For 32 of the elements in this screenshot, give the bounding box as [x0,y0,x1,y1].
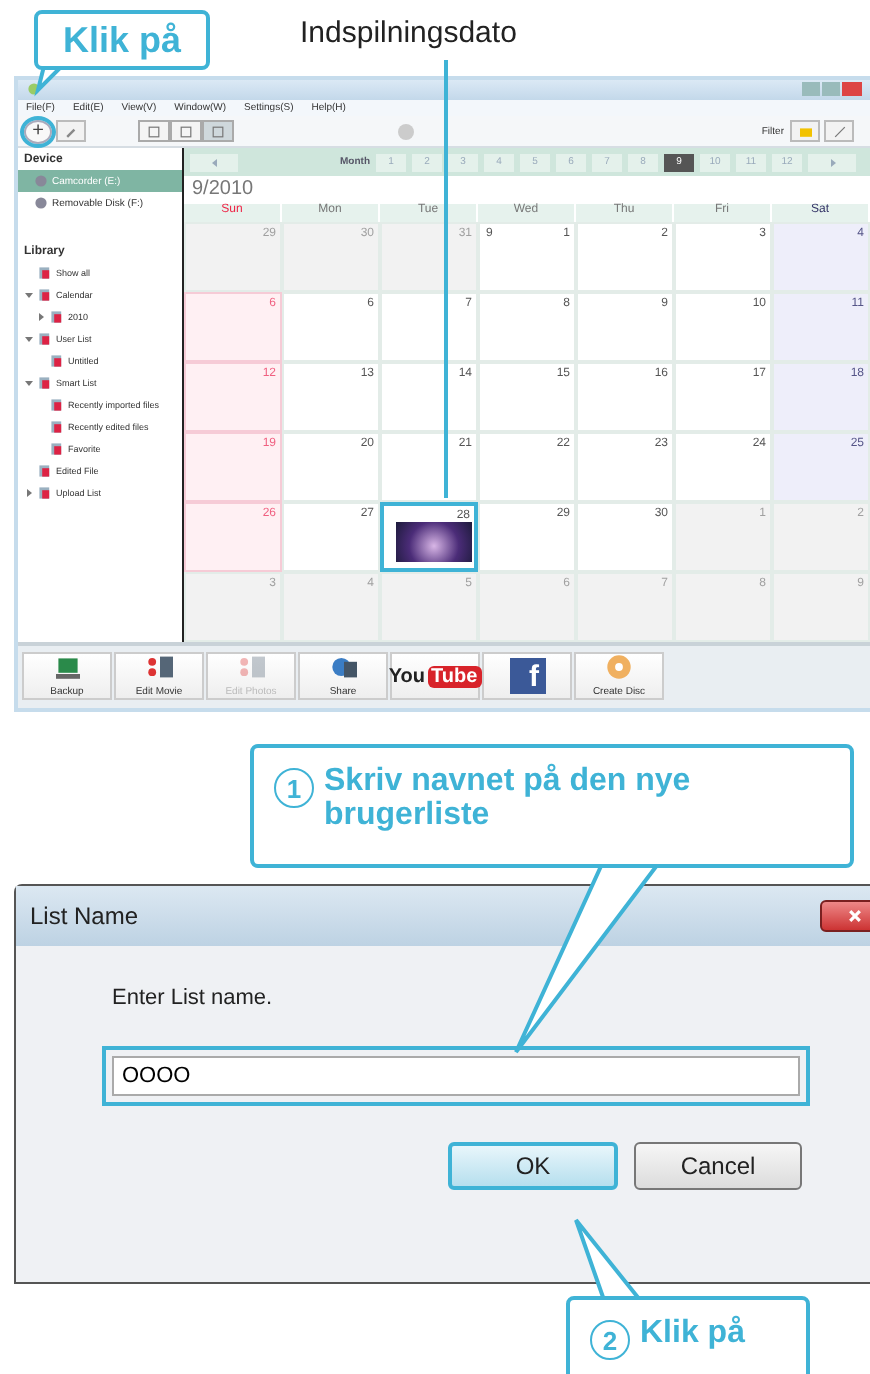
globe-film-icon [327,654,359,680]
calendar-title: 9/2010 [190,176,256,203]
pencil-icon [831,125,847,138]
dialog-button[interactable]: Cancel [634,1142,802,1190]
window-controls-icon [802,82,862,97]
right-arrow-icon [827,157,837,167]
left-arrow-icon [209,157,219,167]
dialog-prompt: Enter List name. [112,986,275,1010]
facebook-button[interactable]: f [482,652,572,700]
disc-icon [606,654,632,680]
youtube-logo: You Tube [388,665,482,687]
facebook-logo: f [509,658,545,694]
view-mode-button[interactable] [170,120,202,143]
view-mode-button[interactable] [138,120,170,143]
close-icon [845,908,863,924]
folder-icon [797,125,813,138]
dialog-title: List Name [30,902,139,930]
youtube-button[interactable]: You Tube [390,652,480,700]
add-button[interactable]: + [24,119,52,144]
photo-placeholder[interactable] [396,522,472,562]
next-button[interactable] [808,153,856,171]
tools-button[interactable] [56,120,86,143]
filter-dropdown[interactable] [790,120,820,143]
close-button[interactable] [820,900,870,932]
view-mode-button[interactable] [202,120,234,143]
date-label: Indspilningsdato [300,16,517,50]
previous-button[interactable] [190,153,238,171]
list-name-field[interactable]: OOOO [102,1046,810,1106]
computer-icon [53,655,81,679]
dialog-button[interactable]: OK [448,1142,618,1190]
wrench-icon [63,125,79,138]
sort-dropdown[interactable] [824,120,854,143]
